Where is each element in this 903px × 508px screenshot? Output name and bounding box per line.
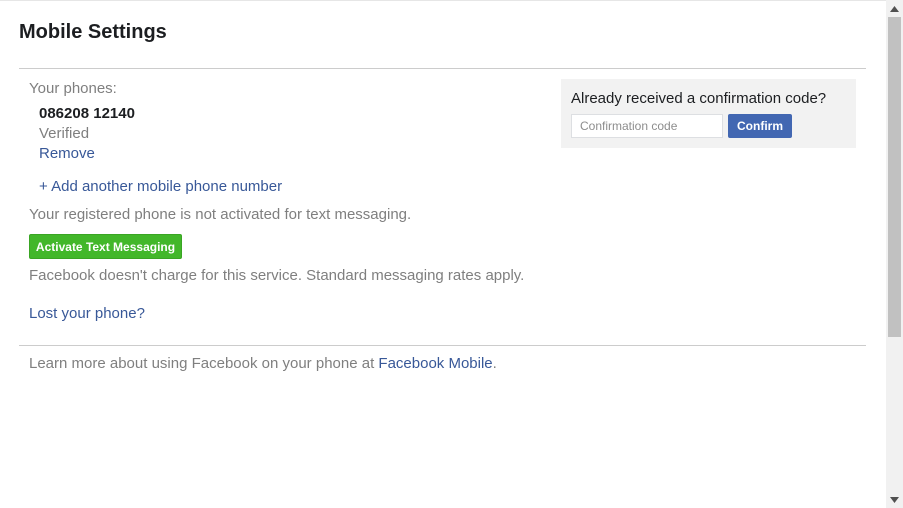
- phones-label: Your phones:: [29, 80, 117, 97]
- add-phone-link[interactable]: + Add another mobile phone number: [39, 178, 282, 195]
- scroll-down-button[interactable]: [886, 491, 903, 508]
- confirmation-heading: Already received a confirmation code?: [571, 90, 827, 107]
- phone-number: 086208 12140: [39, 105, 135, 122]
- footer-divider: [19, 345, 866, 346]
- vertical-scrollbar[interactable]: [886, 0, 903, 508]
- scroll-thumb[interactable]: [888, 17, 901, 337]
- scroll-up-button[interactable]: [886, 0, 903, 17]
- settings-content: Mobile Settings Your phones: 086208 1214…: [0, 0, 886, 508]
- confirmation-code-input[interactable]: [571, 114, 723, 138]
- confirm-button[interactable]: Confirm: [728, 114, 792, 138]
- learn-more-prefix: Learn more about using Facebook on your …: [29, 355, 379, 372]
- remove-phone-link[interactable]: Remove: [39, 145, 95, 162]
- learn-more-suffix: .: [492, 355, 497, 372]
- activate-text-messaging-button[interactable]: Activate Text Messaging: [29, 234, 182, 259]
- mobile-settings-page: Mobile Settings Your phones: 086208 1214…: [0, 0, 903, 508]
- lost-phone-link[interactable]: Lost your phone?: [29, 305, 145, 322]
- charge-note: Facebook doesn't charge for this service…: [29, 267, 525, 284]
- confirmation-code-box: Already received a confirmation code? Co…: [561, 79, 856, 148]
- triangle-down-icon: [890, 496, 899, 503]
- phone-status: Verified: [39, 125, 90, 142]
- triangle-up-icon: [890, 5, 899, 12]
- facebook-mobile-link[interactable]: Facebook Mobile: [378, 355, 492, 372]
- learn-more-text: Learn more about using Facebook on your …: [29, 355, 497, 372]
- page-title: Mobile Settings: [19, 21, 167, 43]
- title-divider: [19, 68, 866, 69]
- texting-status-text: Your registered phone is not activated f…: [29, 206, 412, 223]
